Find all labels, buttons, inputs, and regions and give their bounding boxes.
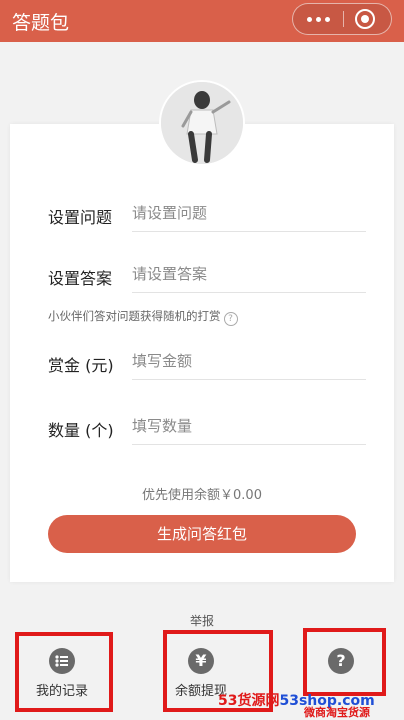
more-dot-icon: [315, 16, 321, 22]
capsule-divider: [343, 11, 344, 27]
answer-input[interactable]: [132, 255, 366, 293]
generate-red-packet-button[interactable]: 生成问答红包: [48, 515, 356, 553]
question-label: 设置问题: [48, 208, 113, 227]
question-row: 设置问题: [48, 194, 366, 234]
reward-row: 赏金 (元): [48, 342, 366, 382]
avatar-photo-icon: [161, 82, 243, 164]
avatar: [159, 80, 245, 166]
answer-row: 设置答案: [48, 255, 366, 295]
balance-text: 优先使用余额￥0.00: [142, 488, 262, 503]
hint-label: 小伙伴们答对问题获得随机的打赏: [48, 309, 221, 323]
mini-program-capsule: [292, 3, 392, 35]
more-dot-icon: [324, 16, 330, 22]
quantity-row: 数量 (个): [48, 407, 366, 447]
title-bar: 答题包: [0, 0, 404, 42]
more-dot-icon: [306, 16, 312, 22]
reward-amount-input[interactable]: [132, 342, 366, 380]
hint-text: 小伙伴们答对问题获得随机的打赏?: [48, 308, 238, 326]
form-card: 设置问题 设置答案 小伙伴们答对问题获得随机的打赏? 赏金 (元) 数量 (个)…: [10, 124, 394, 582]
page-title: 答题包: [12, 12, 70, 34]
help-question-icon[interactable]: ?: [223, 312, 238, 326]
highlight-box-records: [15, 632, 113, 712]
highlight-box-help: [303, 628, 386, 696]
quantity-input[interactable]: [132, 407, 366, 445]
watermark-part1: 53货源网: [218, 693, 280, 709]
quantity-label: 数量 (个): [48, 421, 114, 440]
more-menu-button[interactable]: [293, 4, 343, 34]
watermark-part3: 微商淘宝货源: [304, 706, 370, 719]
close-mini-program-icon[interactable]: [355, 9, 375, 29]
question-input[interactable]: [132, 194, 366, 232]
reward-label: 赏金 (元): [48, 356, 114, 375]
report-link[interactable]: 举报: [0, 612, 404, 629]
answer-label: 设置答案: [48, 269, 113, 288]
